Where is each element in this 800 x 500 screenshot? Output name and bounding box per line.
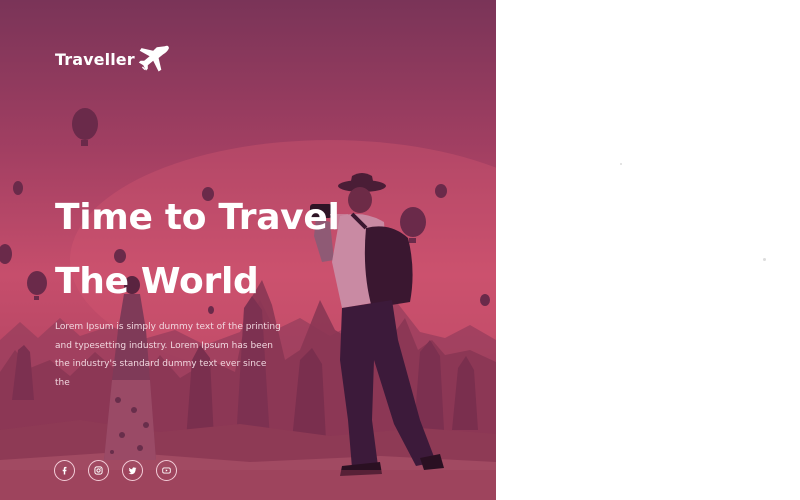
hero-headline: Time to Travel The World bbox=[55, 186, 340, 314]
decorative-dot bbox=[763, 258, 766, 261]
instagram-icon bbox=[94, 466, 103, 475]
headline-line-2: The World bbox=[55, 261, 259, 302]
instagram-link[interactable] bbox=[88, 460, 109, 481]
social-links bbox=[54, 460, 177, 481]
hero-section: Traveller Time to Travel The World Lorem… bbox=[0, 0, 496, 500]
hero-intro-text: Lorem Ipsum is simply dummy text of the … bbox=[55, 322, 281, 388]
youtube-link[interactable] bbox=[156, 460, 177, 481]
facebook-link[interactable] bbox=[54, 460, 75, 481]
brand-logo[interactable]: Traveller bbox=[55, 42, 173, 76]
page: Traveller Time to Travel The World Lorem… bbox=[0, 0, 800, 500]
twitter-icon bbox=[128, 467, 137, 475]
decorative-dot bbox=[620, 163, 622, 165]
facebook-icon bbox=[62, 466, 67, 475]
youtube-icon bbox=[162, 467, 171, 474]
brand-name: Traveller bbox=[55, 49, 135, 69]
twitter-link[interactable] bbox=[122, 460, 143, 481]
headline-line-1: Time to Travel bbox=[55, 197, 340, 238]
airplane-icon bbox=[138, 45, 169, 72]
